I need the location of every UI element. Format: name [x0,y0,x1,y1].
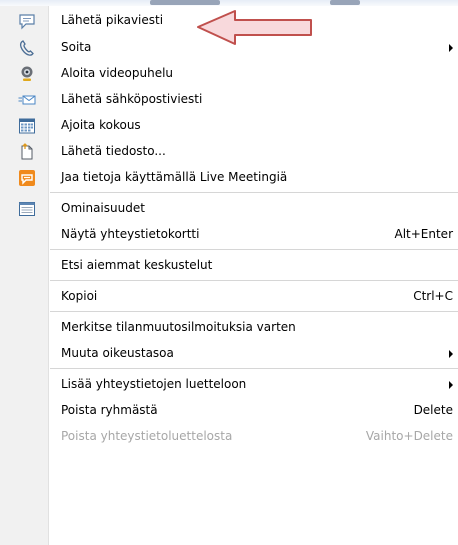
menu-item-label: Lisää yhteystietojen luetteloon [61,377,247,391]
menu-separator [50,280,458,281]
menu-item-properties[interactable]: Ominaisuudet [0,195,458,221]
file-transfer-icon [18,143,36,161]
menu-item-tag-status[interactable]: Merkitse tilanmuutosilmoituksia varten [0,314,458,340]
menu-separator [50,311,458,312]
submenu-arrow-icon [449,350,453,358]
shortcut-label: Delete [413,403,453,417]
menu-separator [50,249,458,250]
menu-item-contact-card[interactable]: Näytä yhteystietokortti Alt+Enter [0,221,458,247]
menu-item-label: Ajoita kokous [61,118,141,132]
callout-arrow-icon [197,10,312,45]
menu-item-video-call[interactable]: Aloita videopuhelu [0,60,458,86]
submenu-arrow-icon [449,381,453,389]
menu-item-label: Soita [61,40,92,54]
context-menu-window: Lähetä pikaviesti Soita Aloita videopuhe… [0,0,458,545]
menu-item-remove-contacts: Poista yhteystietoluettelosta Vaihto+Del… [0,423,458,449]
menu-item-remove-group[interactable]: Poista ryhmästä Delete [0,397,458,423]
menu-item-access-level[interactable]: Muuta oikeustasoa [0,340,458,366]
menu-separator [50,192,458,193]
menu-item-label: Lähetä sähköpostiviesti [61,92,203,106]
menu-item-find-history[interactable]: Etsi aiemmat keskustelut [0,252,458,278]
shortcut-label: Alt+Enter [394,227,453,241]
menu-item-label: Poista yhteystietoluettelosta [61,429,233,443]
submenu-arrow-icon [449,44,453,52]
menu-item-send-email[interactable]: Lähetä sähköpostiviesti [0,86,458,112]
menu-item-label: Merkitse tilanmuutosilmoituksia varten [61,320,296,334]
webcam-icon [18,65,36,83]
menu-item-schedule-meeting[interactable]: Ajoita kokous [0,112,458,138]
menu-item-label: Muuta oikeustasoa [61,346,174,360]
email-icon [18,91,36,109]
shortcut-label: Vaihto+Delete [365,429,453,443]
menu-item-label: Poista ryhmästä [61,403,158,417]
menu-item-live-meeting[interactable]: Jaa tietoja käyttämällä Live Meetingiä [0,164,458,190]
menu-item-copy[interactable]: Kopioi Ctrl+C [0,283,458,309]
shortcut-label: Ctrl+C [413,289,453,303]
live-meeting-icon [18,169,36,187]
phone-handset-icon [18,39,36,57]
properties-icon [18,200,36,218]
menu-item-label: Etsi aiemmat keskustelut [61,258,213,272]
contact-context-menu: Lähetä pikaviesti Soita Aloita videopuhe… [0,6,458,545]
menu-item-label: Ominaisuudet [61,201,145,215]
menu-item-label: Lähetä tiedosto... [61,144,166,158]
menu-item-label: Aloita videopuhelu [61,66,174,80]
menu-item-label: Jaa tietoja käyttämällä Live Meetingiä [61,170,288,184]
menu-item-label: Lähetä pikaviesti [61,13,164,27]
menu-item-label: Kopioi [61,289,98,303]
menu-item-add-to-list[interactable]: Lisää yhteystietojen luetteloon [0,371,458,397]
menu-item-label: Näytä yhteystietokortti [61,227,200,241]
calendar-icon [18,117,36,135]
menu-separator [50,368,458,369]
chat-bubble-icon [18,12,36,30]
menu-item-send-file[interactable]: Lähetä tiedosto... [0,138,458,164]
